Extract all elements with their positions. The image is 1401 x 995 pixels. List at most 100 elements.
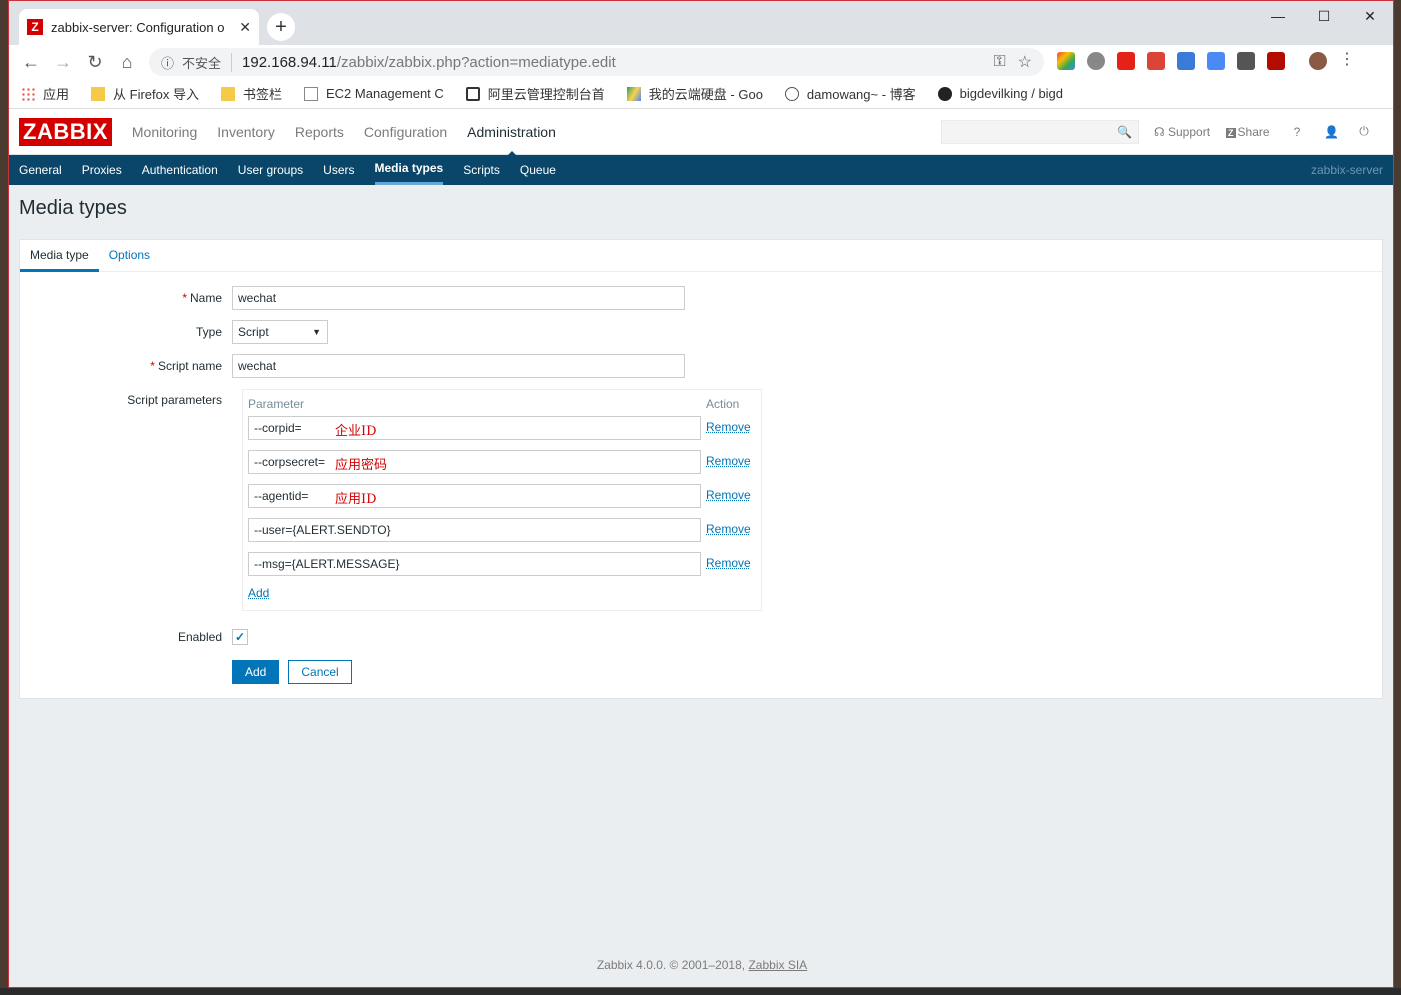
back-icon[interactable]: ← [15,52,47,73]
share-label: Share [1237,124,1270,139]
extension-bulb-icon[interactable] [1087,52,1105,70]
url-path: /zabbix/zabbix.php?action=mediatype.edit [336,53,616,71]
remove-param-link[interactable]: Remove [706,454,751,468]
new-tab-icon[interactable]: + [267,13,295,41]
remove-param-link[interactable]: Remove [706,522,751,536]
subnav-authentication[interactable]: Authentication [142,155,218,185]
cancel-button[interactable]: Cancel [288,660,352,684]
bookmark-label: 书签栏 [242,87,282,102]
name-row: * Name wechat [20,286,685,310]
user-profile-icon[interactable]: 👤 [1324,125,1339,139]
subnav-user-groups[interactable]: User groups [238,155,303,185]
bookmark-firefox-import[interactable]: 从 Firefox 导入 [91,84,199,103]
menu-monitoring[interactable]: Monitoring [132,124,197,140]
maximize-icon[interactable]: ☐ [1301,1,1347,31]
required-asterisk: * [150,359,155,373]
extension-translate-g-icon[interactable] [1207,52,1225,70]
browser-tab[interactable]: Z zabbix-server: Configuration o ✕ [19,9,259,45]
subnav-general[interactable]: General [19,155,62,185]
bookmark-label: 从 Firefox 导入 [113,87,199,102]
param-input[interactable]: --user={ALERT.SENDTO} [248,518,701,542]
tab-media-type[interactable]: Media type [20,240,99,272]
bookmark-bookmarks-bar[interactable]: 书签栏 [220,84,282,103]
extension-mail-icon[interactable] [1147,52,1165,70]
page-title: Media types [19,197,127,219]
menu-administration[interactable]: Administration [467,124,556,157]
browser-menu-icon[interactable]: ⋮ [1339,52,1355,70]
aliyun-icon [465,86,480,101]
script-name-field[interactable]: wechat [232,354,685,378]
server-name: zabbix-server [1310,163,1383,177]
page-icon [304,86,318,101]
help-icon[interactable]: ? [1294,125,1301,139]
remove-param-link[interactable]: Remove [706,488,751,502]
enabled-checkbox[interactable]: ✓ [232,629,248,645]
close-tab-icon[interactable]: ✕ [239,19,251,36]
info-icon[interactable]: ⓘ [161,53,174,72]
search-input[interactable]: 🔍 [941,120,1139,144]
tab-options[interactable]: Options [99,240,160,272]
footer-company-link[interactable]: Zabbix SIA [748,958,807,972]
bookmark-apps[interactable]: 应用 [21,84,69,103]
name-field[interactable]: wechat [232,286,685,310]
browser-titlebar: Z zabbix-server: Configuration o ✕ + — ☐… [9,1,1393,45]
subnav-scripts[interactable]: Scripts [463,155,500,185]
remove-param-link[interactable]: Remove [706,420,751,434]
reload-icon[interactable]: ↻ [79,52,111,73]
subnav-proxies[interactable]: Proxies [82,155,122,185]
subnav-users[interactable]: Users [323,155,354,185]
remove-param-link[interactable]: Remove [706,556,751,570]
apps-grid-icon [21,86,35,101]
menu-inventory[interactable]: Inventory [217,124,275,140]
bookmark-google-drive[interactable]: 我的云端硬盘 - Goo [626,84,763,103]
enabled-label: Enabled [177,630,222,644]
minimize-icon[interactable]: — [1255,1,1301,31]
param-input[interactable]: --msg={ALERT.MESSAGE} [248,552,701,576]
search-icon[interactable]: 🔍 [1117,125,1132,139]
type-label: Type [195,325,222,339]
taskbar-strip [0,988,1401,995]
share-link[interactable]: Z Share [1226,125,1270,139]
param-input[interactable]: --corpsecret= [248,450,701,474]
drive-icon [626,86,641,101]
profile-avatar-icon[interactable] [1309,52,1327,70]
bookmark-blog[interactable]: damowang~ - 博客 [784,84,916,103]
type-select[interactable]: Script ▼ [232,320,328,344]
support-link[interactable]: ☊ Support [1154,125,1210,139]
extension-house-icon[interactable] [1237,52,1255,70]
key-icon[interactable]: ⚿ [993,53,1005,71]
sign-out-icon[interactable]: ⏻ [1359,124,1369,139]
script-name-label-text: Script name [157,359,222,373]
url-text[interactable]: 192.168.94.11/zabbix/zabbix.php?action=m… [242,54,981,71]
bookmark-github[interactable]: bigdevilking / bigd [937,86,1063,101]
bookmark-label: 我的云端硬盘 - Goo [648,87,763,102]
extension-colorful-icon[interactable] [1057,52,1075,70]
menu-configuration[interactable]: Configuration [364,124,447,140]
subnav-media-types[interactable]: Media types [374,155,444,185]
address-bar[interactable]: ⓘ 不安全 192.168.94.11/zabbix/zabbix.php?ac… [149,48,1044,76]
home-icon[interactable]: ⌂ [111,52,143,73]
extensions-bar: ⋮ [1057,52,1355,70]
extension-translate-a-icon[interactable] [1177,52,1195,70]
add-param-link[interactable]: Add [248,586,269,600]
zabbix-logo[interactable]: ZABBIX [19,117,112,146]
param-annotation: 应用ID [335,492,377,507]
menu-reports[interactable]: Reports [295,124,344,140]
extension-pdf-icon[interactable] [1267,52,1285,70]
bookmark-ec2[interactable]: EC2 Management C [304,86,444,101]
browser-window: Z zabbix-server: Configuration o ✕ + — ☐… [8,0,1394,988]
param-input[interactable]: --corpid= [248,416,701,440]
param-row: --corpid= 企业ID Remove [248,416,758,440]
page-footer: Zabbix 4.0.0. © 2001–2018, Zabbix SIA [9,958,1393,972]
script-name-label: * Script name [20,359,232,373]
close-window-icon[interactable]: ✕ [1347,1,1393,31]
bookmark-aliyun[interactable]: 阿里云管理控制台首 [465,84,605,103]
forward-icon[interactable]: → [47,52,79,73]
param-input[interactable]: --agentid= [248,484,701,508]
script-params-table: Parameter Action --corpid= 企业ID Remove -… [242,389,762,611]
add-button[interactable]: Add [232,660,280,684]
bookmark-star-icon[interactable]: ☆ [1018,52,1032,72]
extension-youtube-icon[interactable] [1117,52,1135,70]
action-header: Action [706,397,740,411]
subnav-queue[interactable]: Queue [520,155,556,185]
